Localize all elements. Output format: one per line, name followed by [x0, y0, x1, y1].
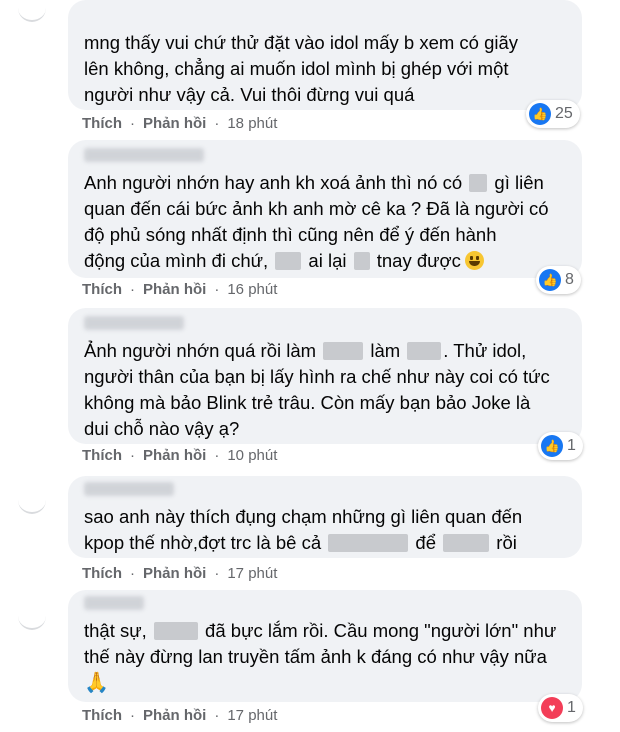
comment-line: không mà bảo Blink trẻ trâu. Còn mấy bạn… [84, 392, 531, 413]
comment-actions: Thích · Phản hồi · 18 phút [82, 115, 277, 132]
redacted-word [353, 252, 370, 270]
timestamp[interactable]: 18 phút [227, 115, 277, 132]
reply-link[interactable]: Phản hồi [143, 281, 206, 298]
comment-line: Anh người nhớn hay anh kh xoá ảnh thì nó… [84, 172, 544, 193]
redacted-word [323, 342, 364, 360]
comment-bubble: thật sự, đã bực lắm rồi. Cầu mong "người… [68, 590, 582, 702]
comment-line: lên không, chẳng ai muốn idol mình bị gh… [84, 58, 509, 79]
reaction-count: 25 [555, 105, 573, 122]
reaction-count-badge[interactable]: ♥ 1 [538, 694, 583, 722]
comment-bubble: mng thấy vui chứ thử đặt vào idol mấy b … [68, 0, 582, 110]
separator: · [214, 707, 220, 724]
grinning-face-emoji [464, 251, 484, 270]
comment: mng thấy vui chứ thử đặt vào idol mấy b … [0, 0, 620, 140]
separator: · [130, 447, 135, 464]
heart-icon: ♥ [541, 697, 563, 719]
separator: · [214, 447, 220, 464]
redacted-word [275, 252, 302, 270]
comment-actions: Thích · Phản hồi · 17 phút [82, 707, 277, 724]
redacted-word [469, 174, 488, 192]
comment-bubble: Ảnh người nhớn quá rồi làm làm . Thử ido… [68, 308, 582, 444]
separator: · [130, 281, 135, 298]
comment-text: Ảnh người nhớn quá rồi làm làm . Thử ido… [84, 338, 570, 442]
separator: · [214, 565, 220, 582]
comment-line: động của mình đi chứ, ai lại tnay được [84, 248, 570, 274]
like-link[interactable]: Thích [82, 281, 122, 298]
timestamp[interactable]: 16 phút [227, 281, 277, 298]
redacted-word [407, 342, 442, 360]
separator: · [214, 281, 220, 298]
reaction-count: 1 [567, 699, 576, 716]
avatar[interactable] [18, 612, 46, 630]
comment-text: sao anh này thích đụng chạm những gì liê… [84, 504, 570, 556]
thumbs-up-icon: 👍 [529, 103, 551, 125]
comment-bubble: Anh người nhớn hay anh kh xoá ảnh thì nó… [68, 140, 582, 278]
reaction-count-badge[interactable]: 👍 25 [526, 100, 580, 128]
comment-text: thật sự, đã bực lắm rồi. Cầu mong "người… [84, 618, 570, 696]
avatar[interactable] [18, 496, 46, 514]
reply-link[interactable]: Phản hồi [143, 447, 206, 464]
comment: Anh người nhớn hay anh kh xoá ảnh thì nó… [0, 140, 620, 308]
comment-text: mng thấy vui chứ thử đặt vào idol mấy b … [84, 30, 570, 108]
timestamp[interactable]: 10 phút [227, 447, 277, 464]
separator: · [130, 707, 135, 724]
comment-bubble: sao anh này thích đụng chạm những gì liê… [68, 476, 582, 558]
reaction-count: 8 [565, 271, 574, 288]
reply-link[interactable]: Phản hồi [143, 115, 206, 132]
comment: thật sự, đã bực lắm rồi. Cầu mong "người… [0, 590, 620, 732]
comment-line: mng thấy vui chứ thử đặt vào idol mấy b … [84, 32, 519, 53]
author-name[interactable] [84, 148, 204, 162]
comment-line: kpop thế nhờ,đợt trc là bê cả để rồi [84, 532, 517, 553]
comment: sao anh này thích đụng chạm những gì liê… [0, 476, 620, 586]
reply-link[interactable]: Phản hồi [143, 565, 206, 582]
thumbs-up-icon: 👍 [541, 435, 563, 457]
like-link[interactable]: Thích [82, 447, 122, 464]
separator: · [214, 115, 220, 132]
comment-line: độ phủ sóng nhất định thì cũng nên để ý … [84, 224, 497, 245]
comment-line: quan đến cái bức ảnh kh anh mờ cê ka ? Đ… [84, 198, 549, 219]
author-name[interactable] [84, 316, 184, 330]
comment-line: 🙏 [84, 670, 570, 696]
like-link[interactable]: Thích [82, 565, 122, 582]
like-link[interactable]: Thích [82, 115, 122, 132]
folded-hands-emoji: 🙏 [84, 672, 109, 694]
like-link[interactable]: Thích [82, 707, 122, 724]
comment-line: thật sự, đã bực lắm rồi. Cầu mong "người… [84, 620, 557, 641]
thumbs-up-icon: 👍 [539, 269, 561, 291]
separator: · [130, 115, 135, 132]
timestamp[interactable]: 17 phút [227, 707, 277, 724]
reaction-count: 1 [567, 437, 576, 454]
redacted-word [153, 622, 198, 640]
comment-actions: Thích · Phản hồi · 17 phút [82, 565, 277, 582]
redacted-word [328, 534, 409, 552]
reply-link[interactable]: Phản hồi [143, 707, 206, 724]
comment-line: Ảnh người nhớn quá rồi làm làm . Thử ido… [84, 340, 527, 361]
reaction-count-badge[interactable]: 👍 8 [536, 266, 581, 294]
comment-actions: Thích · Phản hồi · 10 phút [82, 447, 277, 464]
comment-text: Anh người nhớn hay anh kh xoá ảnh thì nó… [84, 170, 570, 274]
author-name[interactable] [84, 596, 144, 610]
comment: Ảnh người nhớn quá rồi làm làm . Thử ido… [0, 308, 620, 474]
comment-line: người thân của bạn bị lấy hình ra chế nh… [84, 366, 550, 387]
comment-line: thế này đừng lan truyền tấm ảnh k đáng c… [84, 646, 547, 667]
redacted-word [443, 534, 490, 552]
comment-line: người như vậy cả. Vui thôi đừng vui quá [84, 84, 415, 105]
author-name[interactable] [84, 482, 174, 496]
comment-line: sao anh này thích đụng chạm những gì liê… [84, 506, 523, 527]
timestamp[interactable]: 17 phút [227, 565, 277, 582]
comment-line: dui chỗ nào vậy ạ? [84, 418, 240, 439]
avatar[interactable] [18, 4, 46, 22]
reaction-count-badge[interactable]: 👍 1 [538, 432, 583, 460]
comment-actions: Thích · Phản hồi · 16 phút [82, 281, 277, 298]
separator: · [130, 565, 135, 582]
